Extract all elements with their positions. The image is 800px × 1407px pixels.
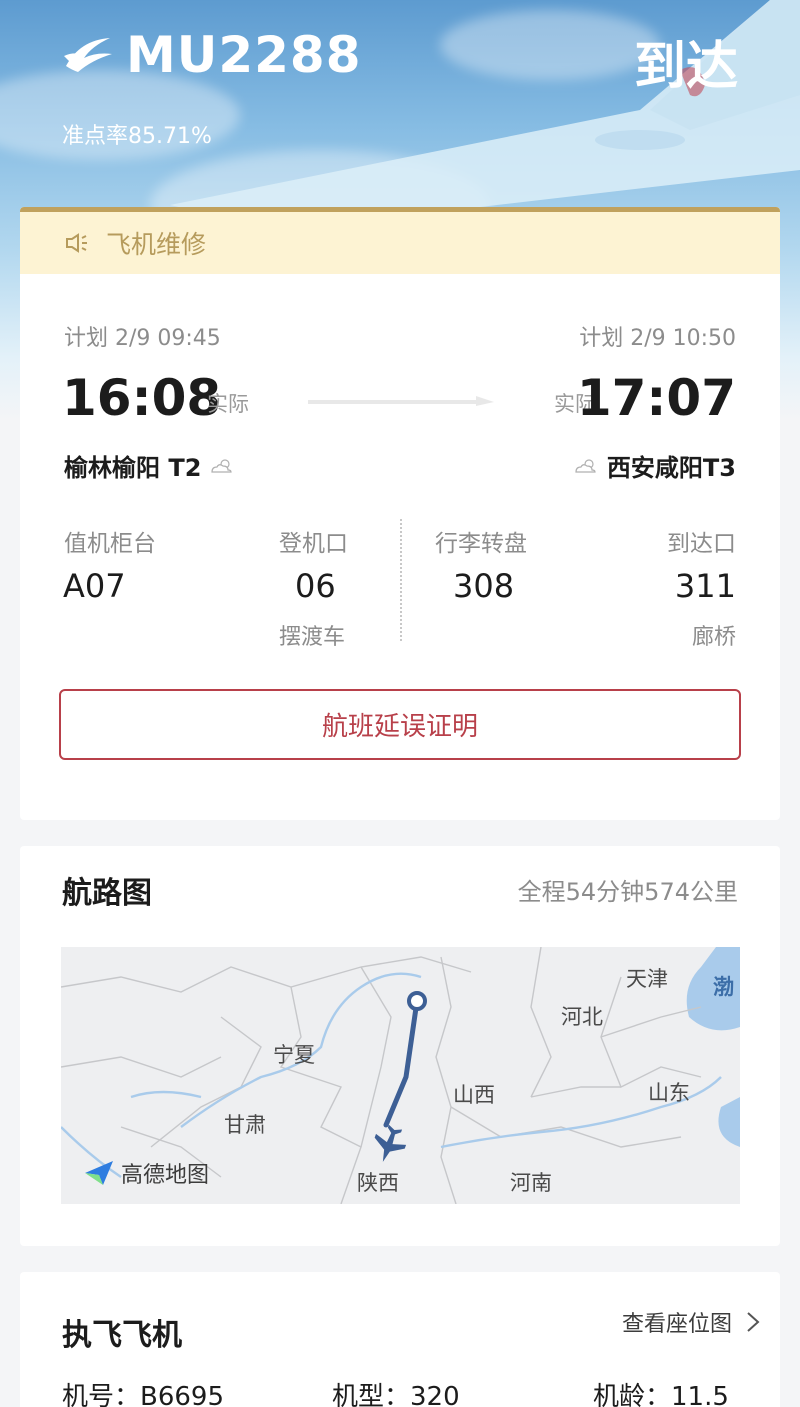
departure-plan-time: 计划 2/9 09:45 [64,326,221,351]
seat-map-label: 查看座位图 [621,1312,732,1337]
arrival-actual-time: 17:07 [576,369,736,427]
aircraft-card: 执飞飞机 查看座位图 机号：B6695 机型：320 机龄：11.5 [20,1272,780,1407]
map-provider-logo: 高德地图 [83,1157,209,1189]
map-label-ningxia: 宁夏 [273,1043,315,1067]
map-label-gansu: 甘肃 [224,1113,266,1137]
arrival-exit-value: 311 [674,567,736,605]
flight-status: 到达 [633,37,738,97]
checkin-counter-value: A07 [63,567,126,605]
flight-number: MU2288 [126,26,362,84]
ontime-rate: 准点率85.71% [62,124,212,149]
arrival-airport[interactable]: 西安咸阳T3 [565,448,736,483]
departure-airport[interactable]: 榆林榆阳 T2 [64,448,243,483]
weather-cloudy-icon [575,458,596,473]
checkin-counter-label: 值机柜台 [64,531,156,557]
map-label-hebei: 河北 [561,1005,603,1029]
arrival-plan-time: 计划 2/9 10:50 [579,326,736,351]
delay-notice-bar[interactable]: 飞机维修 [20,207,780,274]
baggage-carousel-value: 308 [453,567,515,605]
flight-info-card: 飞机维修 计划 2/9 09:45 计划 2/9 10:50 16:08 实际 … [20,207,780,820]
notice-text: 飞机维修 [106,230,207,259]
arrival-exit-type: 廊桥 [691,625,736,650]
departure-actual-time: 16:08 [62,369,222,427]
delay-certificate-button[interactable]: 航班延误证明 [59,689,741,760]
departure-airport-name: 榆林榆阳 T2 [64,454,202,482]
aircraft-type: 机型：320 [332,1382,460,1407]
weather-cloudy-icon [211,458,233,473]
departure-actual-label: 实际 [207,392,249,416]
gate-label: 登机口 [279,531,348,557]
map-label-henan: 河南 [510,1171,552,1195]
plane-position-icon [374,1124,407,1162]
route-map[interactable]: 天津 渤 河北 宁夏 山西 山东 甘肃 陕西 河南 高德地图 [61,947,740,1204]
gate-value: 06 [295,567,336,605]
aircraft-age: 机龄：11.5 [593,1382,729,1407]
aircraft-registration: 机号：B6695 [62,1382,225,1407]
arrival-exit-label: 到达口 [667,531,736,557]
megaphone-icon [66,233,87,253]
map-label-tianjin: 天津 [626,967,668,991]
chevron-right-icon [747,1312,760,1332]
baggage-carousel-label: 行李转盘 [435,531,527,557]
route-section-title: 航路图 [62,876,152,911]
info-divider [400,519,402,641]
aircraft-section-title: 执飞飞机 [62,1318,182,1353]
map-label-shaanxi: 陕西 [357,1171,399,1195]
airline-logo-icon [64,38,112,72]
map-label-shanxi: 山西 [453,1083,495,1107]
flight-direction-arrow-icon [308,396,494,406]
arrival-airport-name: 西安咸阳T3 [606,454,736,482]
route-origin-marker [407,991,427,1011]
gate-boarding-type: 摆渡车 [279,625,346,650]
map-provider-name: 高德地图 [121,1163,210,1188]
amap-logo-icon [85,1161,113,1185]
route-map-card: 航路图 全程54分钟574公里 天津 渤 河北 宁夏 山西 山东 甘肃 陕西 河… [20,846,780,1246]
route-summary: 全程54分钟574公里 [517,878,738,906]
seat-map-link[interactable]: 查看座位图 [622,1306,760,1338]
map-label-bohai: 渤 [713,975,734,999]
map-label-shandong: 山东 [648,1081,690,1105]
